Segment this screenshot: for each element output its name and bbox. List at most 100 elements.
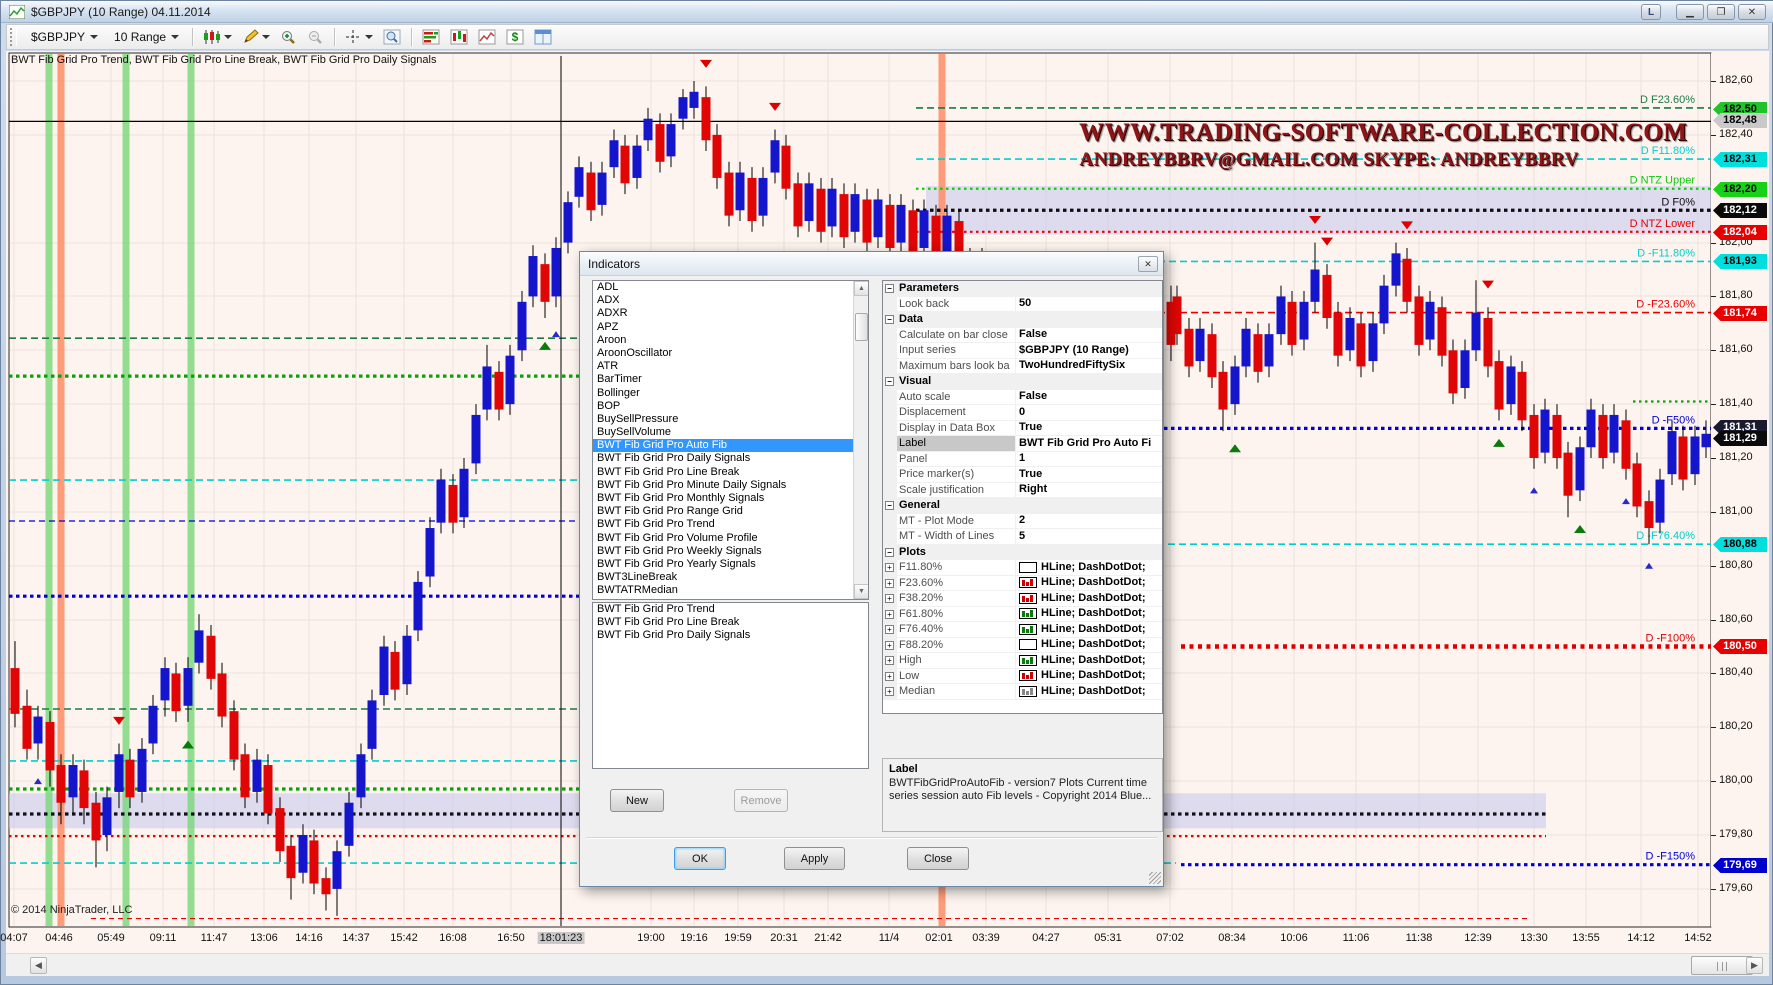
applied-indicator-item[interactable]: BWT Fib Grid Pro Trend bbox=[593, 603, 868, 616]
indicator-list-item[interactable]: BarTimer bbox=[593, 373, 868, 386]
indicator-list-item[interactable]: ADL bbox=[593, 281, 868, 294]
minimize-button[interactable]: ▁ bbox=[1676, 4, 1704, 20]
indicator-list-item[interactable]: BWT Fib Grid Pro Trend bbox=[593, 518, 868, 531]
property-category-row[interactable]: −Plots bbox=[883, 545, 1162, 561]
plot-color-swatch[interactable] bbox=[1019, 577, 1037, 588]
drawing-tools-button[interactable] bbox=[237, 26, 275, 48]
property-row[interactable]: Input series$GBPJPY (10 Range) bbox=[883, 343, 1162, 359]
toolbar-grip[interactable] bbox=[10, 28, 17, 46]
property-row[interactable]: +F76.40%HLine; DashDotDot; bbox=[883, 622, 1162, 638]
scroll-right-button[interactable]: ▶ bbox=[1746, 957, 1763, 974]
property-row[interactable]: Display in Data BoxTrue bbox=[883, 421, 1162, 437]
scroll-down-button[interactable]: ▼ bbox=[854, 584, 869, 599]
plot-color-swatch[interactable] bbox=[1019, 608, 1037, 619]
plot-color-swatch[interactable] bbox=[1019, 639, 1037, 650]
grid-panel-button[interactable] bbox=[529, 26, 557, 48]
zoom-in-button[interactable] bbox=[275, 26, 302, 48]
property-row[interactable]: +F11.80%HLine; DashDotDot; bbox=[883, 560, 1162, 576]
property-row[interactable]: +F88.20%HLine; DashDotDot; bbox=[883, 638, 1162, 654]
chart-window-button[interactable] bbox=[445, 26, 473, 48]
link-button[interactable]: L bbox=[1641, 4, 1661, 20]
indicator-list-item[interactable]: BWT Fib Grid Pro Line Break bbox=[593, 466, 868, 479]
property-row[interactable]: +F38.20%HLine; DashDotDot; bbox=[883, 591, 1162, 607]
property-row[interactable]: Price marker(s)True bbox=[883, 467, 1162, 483]
property-category-row[interactable]: −Visual bbox=[883, 374, 1162, 390]
indicator-list-item[interactable]: BWT Fib Grid Pro Weekly Signals bbox=[593, 545, 868, 558]
zoom-out-button[interactable] bbox=[302, 26, 329, 48]
indicator-list-item[interactable]: ADXR bbox=[593, 307, 868, 320]
indicator-list-item[interactable]: BWT Fib Grid Pro Monthly Signals bbox=[593, 492, 868, 505]
property-row[interactable]: +LowHLine; DashDotDot; bbox=[883, 669, 1162, 685]
indicator-list-item[interactable]: BOP bbox=[593, 400, 868, 413]
indicator-list-item[interactable]: BuySellPressure bbox=[593, 413, 868, 426]
remove-button[interactable]: Remove bbox=[734, 789, 788, 812]
indicator-list-item[interactable]: Aroon bbox=[593, 334, 868, 347]
indicator-list-item[interactable]: BWT Fib Grid Pro Range Grid bbox=[593, 505, 868, 518]
indicator-list-item[interactable]: BWT Fib Grid Pro Minute Daily Signals bbox=[593, 479, 868, 492]
property-category-row[interactable]: −Data bbox=[883, 312, 1162, 328]
plot-color-swatch[interactable] bbox=[1019, 655, 1037, 666]
list-scrollbar-thumb[interactable] bbox=[855, 313, 868, 341]
indicator-list-item[interactable]: AroonOscillator bbox=[593, 347, 868, 360]
plot-color-swatch[interactable] bbox=[1019, 624, 1037, 635]
dialog-title-bar[interactable]: Indicators ✕ bbox=[580, 252, 1163, 276]
indicator-list-item[interactable]: BWT Fib Grid Pro Auto Fib bbox=[593, 439, 868, 452]
property-row[interactable]: MT - Width of Lines5 bbox=[883, 529, 1162, 545]
applied-indicator-item[interactable]: BWT Fib Grid Pro Line Break bbox=[593, 616, 868, 629]
plot-color-swatch[interactable] bbox=[1019, 562, 1037, 573]
instrument-dropdown[interactable]: $GBPJPY bbox=[23, 27, 106, 47]
property-row[interactable]: +HighHLine; DashDotDot; bbox=[883, 653, 1162, 669]
line-chart-button[interactable] bbox=[473, 26, 501, 48]
market-analyzer-button[interactable] bbox=[417, 26, 445, 48]
indicator-list-item[interactable]: ADX bbox=[593, 294, 868, 307]
ok-button[interactable]: OK bbox=[674, 847, 726, 870]
property-category-row[interactable]: −General bbox=[883, 498, 1162, 514]
property-row[interactable]: Auto scaleFalse bbox=[883, 390, 1162, 406]
property-grid[interactable]: −ParametersLook back50−DataCalculate on … bbox=[882, 280, 1163, 714]
scrollbar-thumb[interactable] bbox=[1691, 956, 1753, 975]
available-indicators-list[interactable]: ADLADXADXRAPZAroonAroonOscillatorATRBarT… bbox=[592, 280, 869, 600]
property-row[interactable]: Displacement0 bbox=[883, 405, 1162, 421]
dialog-close-button[interactable]: ✕ bbox=[1138, 256, 1158, 272]
property-row[interactable]: +F23.60%HLine; DashDotDot; bbox=[883, 576, 1162, 592]
scroll-left-button[interactable]: ◀ bbox=[30, 957, 47, 974]
new-button[interactable]: New bbox=[610, 789, 664, 812]
plot-color-swatch[interactable] bbox=[1019, 670, 1037, 681]
indicator-list-item[interactable]: APZ bbox=[593, 321, 868, 334]
property-category-row[interactable]: −Parameters bbox=[883, 281, 1162, 297]
scroll-up-button[interactable]: ▲ bbox=[854, 281, 869, 296]
price-axis[interactable]: 182,60182,40182,00181,80181,60181,40181,… bbox=[1711, 53, 1769, 927]
property-row[interactable]: Scale justificationRight bbox=[883, 483, 1162, 499]
indicator-list-item[interactable]: BuySellVolume bbox=[593, 426, 868, 439]
close-dialog-button[interactable]: Close bbox=[907, 847, 969, 870]
title-bar[interactable]: $GBPJPY (10 Range) 04.11.2014 L ▁ ❐ ✕ bbox=[1, 1, 1773, 23]
plot-color-swatch[interactable] bbox=[1019, 593, 1037, 604]
property-row[interactable]: +F61.80%HLine; DashDotDot; bbox=[883, 607, 1162, 623]
fundamentals-button[interactable]: $ bbox=[501, 26, 529, 48]
property-row[interactable]: +MedianHLine; DashDotDot; bbox=[883, 684, 1162, 700]
close-button[interactable]: ✕ bbox=[1738, 4, 1766, 20]
chart-style-button[interactable] bbox=[198, 26, 237, 48]
resize-grip[interactable] bbox=[1149, 872, 1161, 884]
time-axis[interactable]: 04:0704:4605:4909:1111:4713:0614:1614:37… bbox=[6, 929, 1769, 951]
indicator-list-item[interactable]: BWT3LineBreak bbox=[593, 571, 868, 584]
indicator-list-item[interactable]: BWT Fib Grid Pro Volume Profile bbox=[593, 532, 868, 545]
indicator-list-item[interactable]: ATR bbox=[593, 360, 868, 373]
applied-indicator-item[interactable]: BWT Fib Grid Pro Daily Signals bbox=[593, 629, 868, 642]
plot-color-swatch[interactable] bbox=[1019, 686, 1037, 697]
indicator-list-item[interactable]: Bollinger bbox=[593, 387, 868, 400]
property-row[interactable]: Maximum bars look baTwoHundredFiftySix bbox=[883, 359, 1162, 375]
maximize-button[interactable]: ❐ bbox=[1707, 4, 1735, 20]
indicator-list-item[interactable]: BWTATRMedian bbox=[593, 584, 868, 597]
property-row[interactable]: MT - Plot Mode2 bbox=[883, 514, 1162, 530]
property-row[interactable]: Panel1 bbox=[883, 452, 1162, 468]
property-row[interactable]: LabelBWT Fib Grid Pro Auto Fi bbox=[883, 436, 1162, 452]
property-row[interactable]: Calculate on bar closeFalse bbox=[883, 328, 1162, 344]
cursor-crosshair-button[interactable] bbox=[340, 26, 378, 48]
indicator-list-item[interactable]: BWT Fib Grid Pro Yearly Signals bbox=[593, 558, 868, 571]
applied-indicators-list[interactable]: BWT Fib Grid Pro TrendBWT Fib Grid Pro L… bbox=[592, 602, 869, 769]
apply-button[interactable]: Apply bbox=[784, 847, 845, 870]
data-box-button[interactable] bbox=[378, 26, 406, 48]
indicator-list-item[interactable]: BWT Fib Grid Pro Daily Signals bbox=[593, 452, 868, 465]
property-row[interactable]: Look back50 bbox=[883, 297, 1162, 313]
